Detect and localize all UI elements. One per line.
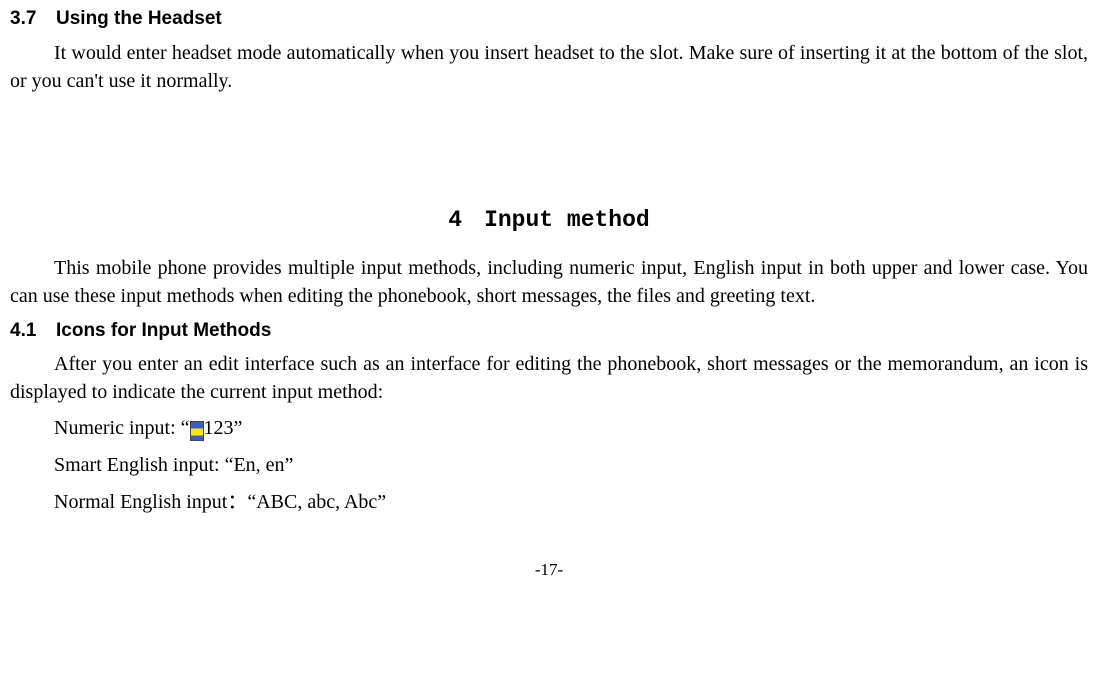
smart-english-value: “En, en” — [225, 454, 294, 476]
numeric-input-value: 123 — [204, 417, 234, 439]
section-number: 3.7 — [10, 6, 56, 33]
chapter-4-intro: This mobile phone provides multiple inpu… — [10, 254, 1088, 310]
smart-english-label: Smart English input: — [54, 454, 220, 476]
close-quote: ” — [234, 417, 243, 439]
chapter-4-heading: 4 Input method — [10, 204, 1088, 236]
chapter-title: Input method — [484, 207, 650, 233]
section-title: Icons for Input Methods — [56, 320, 271, 341]
normal-english-line: Normal English input：“ABC, abc, Abc” — [54, 486, 1088, 518]
section-3-7-heading: 3.7Using the Headset — [10, 6, 1088, 33]
numeric-input-line: Numeric input: “ 123” — [54, 412, 1088, 444]
page-number: -17- — [10, 558, 1088, 582]
normal-english-value: “ABC, abc, Abc” — [247, 491, 386, 513]
numeric-input-icon — [190, 421, 204, 441]
open-quote: “ — [181, 417, 190, 439]
section-4-1-body: After you enter an edit interface such a… — [10, 350, 1088, 406]
section-4-1-heading: 4.1Icons for Input Methods — [10, 318, 1088, 345]
smart-english-line: Smart English input: “En, en” — [54, 449, 1088, 481]
chapter-number: 4 — [448, 207, 462, 233]
section-3-7-body: It would enter headset mode automaticall… — [10, 39, 1088, 95]
section-title: Using the Headset — [56, 8, 222, 29]
numeric-input-label: Numeric input: — [54, 417, 176, 439]
section-number: 4.1 — [10, 318, 56, 345]
normal-english-label: Normal English input： — [54, 491, 247, 513]
